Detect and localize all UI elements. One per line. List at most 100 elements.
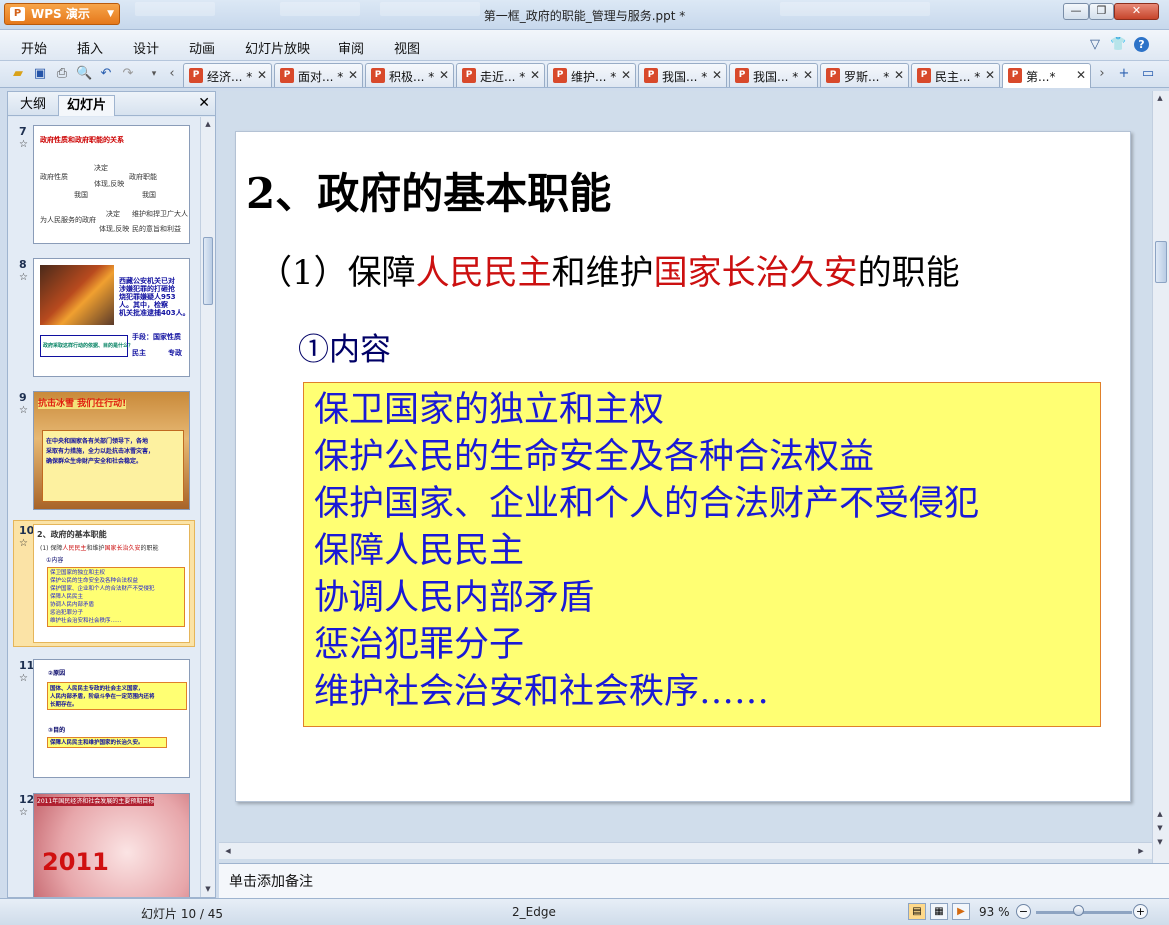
slide-thumbnail-7[interactable]: 政府性质和政府职能的关系 决定 政府性质 政府职能 体现,反映 我国 我国 决定… [33,125,190,244]
close-tab-icon[interactable]: ✕ [439,68,449,82]
doc-tab[interactable]: P 走近... * ✕ [456,63,545,87]
slide-point-heading[interactable]: ①内容 [298,324,391,369]
close-pane-icon[interactable]: ✕ [198,95,210,111]
customize-toolbar-icon[interactable]: ▾ [146,66,162,82]
doc-tab[interactable]: P 我国... * ✕ [729,63,818,87]
scroll-up-icon[interactable]: ▲ [201,117,215,131]
scroll-thumb[interactable] [1155,241,1167,283]
slide-thumbnail-12[interactable]: 2011年国民经济和社会发展的主要预期目标 2011 [33,793,190,897]
help-icon[interactable]: ? [1134,37,1149,52]
redo-icon[interactable]: ↷ [120,66,136,82]
doc-tab[interactable]: P 经济... * ✕ [183,63,272,87]
slide-thumbnail-8[interactable]: 西藏公安机关已对 涉嫌犯罪的打砸抢 烧犯罪嫌疑人953 人。其中，检察 机关批准… [33,258,190,377]
content-line: 保卫国家的独立和主权 [314,390,665,430]
zoom-slider-knob[interactable] [1073,905,1085,916]
tab-list-icon[interactable]: ▭ [1140,66,1156,82]
horizontal-scrollbar[interactable]: ◀ ▶ [219,842,1152,859]
close-tab-icon[interactable]: ✕ [1076,68,1086,82]
thumb-text: 保卫国家的独立和主权 [50,570,106,576]
thumb-text: 体现,反映 [99,225,130,233]
scroll-right-icon[interactable]: ▶ [1134,844,1148,858]
menu-review[interactable]: 审阅 [338,38,364,57]
menu-slideshow[interactable]: 幻灯片放映 [245,38,310,57]
doc-tab[interactable]: P 罗斯... * ✕ [820,63,909,87]
maximize-button[interactable]: ❐ [1089,3,1114,20]
skin-shirt-icon[interactable]: 👕 [1110,37,1126,52]
slide-canvas[interactable]: 2、政府的基本职能 （1）保障人民民主和维护国家长治久安的职能 ①内容 保卫国家… [235,131,1131,802]
tab-scroll-left-icon[interactable]: ‹ [164,66,180,82]
menu-design[interactable]: 设计 [133,38,159,57]
notes-pane[interactable]: 单击添加备注 [219,863,1169,898]
doc-tab[interactable]: P 我国... * ✕ [638,63,727,87]
close-button[interactable]: ✕ [1114,3,1159,20]
pane-scrollbar[interactable]: ▲ ▼ [200,117,215,897]
thumb-text: 政府性质 [40,173,68,181]
close-tab-icon[interactable]: ✕ [712,68,722,82]
ppt-file-icon: P [189,68,203,83]
close-tab-icon[interactable]: ✕ [985,68,995,82]
menu-view[interactable]: 视图 [394,38,420,57]
content-line: 保障人民民主 [314,531,525,571]
scroll-thumb[interactable] [203,237,213,305]
animation-star-icon: ☆ [19,139,28,150]
notes-placeholder[interactable]: 单击添加备注 [229,871,313,891]
save-icon[interactable]: ▣ [32,66,48,82]
thumb-text: 人民内部矛盾，阶级斗争在一定范围内还将 [50,694,155,700]
doc-tab[interactable]: P 面对... * ✕ [274,63,363,87]
content-textbox[interactable]: 保卫国家的独立和主权 保护公民的生命安全及各种合法权益 保护国家、企业和个人的合… [303,382,1101,727]
print-icon[interactable]: ⎙ [54,66,70,82]
undo-icon[interactable]: ↶ [98,66,114,82]
slide-thumbnail-10[interactable]: 2、政府的基本职能 (1) 保障人民民主和维护国家长治久安的职能 ①内容 保卫国… [33,524,190,643]
new-tab-icon[interactable]: + [1116,66,1132,82]
close-tab-icon[interactable]: ✕ [621,68,631,82]
zoom-in-icon[interactable]: + [1133,904,1148,919]
doc-tab-label: 经济... * [207,70,253,84]
scroll-up-icon[interactable]: ▲ [1153,807,1167,821]
slide-subtitle[interactable]: （1）保障人民民主和维护国家长治久安的职能 [258,245,960,294]
tab-scroll-right-icon[interactable]: › [1094,66,1110,82]
menu-home[interactable]: 开始 [21,38,47,57]
close-tab-icon[interactable]: ✕ [530,68,540,82]
thumb-text: ③目的 [48,727,66,734]
scroll-left-icon[interactable]: ◀ [221,844,235,858]
menu-insert[interactable]: 插入 [77,38,103,57]
doc-tab[interactable]: P 维护... * ✕ [547,63,636,87]
zoom-out-icon[interactable]: − [1016,904,1031,919]
slide-title[interactable]: 2、政府的基本职能 [246,160,611,221]
close-tab-icon[interactable]: ✕ [894,68,904,82]
doc-tab[interactable]: P 民主... * ✕ [911,63,1000,87]
slideshow-play-icon[interactable]: ▶ [952,903,970,920]
doc-tab[interactable]: P 积极... * ✕ [365,63,454,87]
thumb-text: 政府职能 [129,173,157,181]
tab-outline[interactable]: 大纲 [12,95,54,116]
slide-sorter-icon[interactable]: ▦ [930,903,948,920]
thumb-text: 维护社会治安和社会秩序…… [50,618,122,624]
scroll-down-icon[interactable]: ▼ [201,882,215,896]
thumb-text: 保护公民的生命安全及各种合法权益 [50,578,139,584]
close-tab-icon[interactable]: ✕ [803,68,813,82]
print-preview-icon[interactable]: 🔍 [76,66,92,82]
zoom-slider[interactable] [1036,911,1132,914]
question-box: 政府采取这样行动的依据、目的是什么？ [40,335,133,357]
open-folder-icon[interactable]: ▰ [10,66,26,82]
tab-slides[interactable]: 幻灯片 [58,95,116,116]
scroll-up-icon[interactable]: ▲ [1153,91,1167,105]
slide-thumbnail-9[interactable]: 抗击冰雪 我们在行动! 在中央和国家各有关部门领导下，各地 采取有力措施，全力以… [33,391,190,510]
slide-thumbnail-11[interactable]: ②原因 国体、人民民主专政的社会主义国家， 人民内部矛盾，阶级斗争在一定范围内还… [33,659,190,778]
pane-tabs: 大纲 幻灯片 ✕ [8,92,215,116]
minimize-button[interactable]: — [1063,3,1089,20]
slide-editor: 2、政府的基本职能 （1）保障人民民主和维护国家长治久安的职能 ①内容 保卫国家… [219,91,1169,863]
scroll-down-icon[interactable]: ▼ [1153,821,1167,835]
vertical-scrollbar[interactable]: ▲ ▲ ▼ ▼ [1152,91,1169,863]
thumb-content-box: 保障人民民主和维护国家的长治久安。 [47,737,167,748]
content-line: 保护国家、企业和个人的合法财产不受侵犯 [314,484,980,524]
fire-photo [40,265,114,325]
menu-animation[interactable]: 动画 [189,38,215,57]
close-tab-icon[interactable]: ✕ [348,68,358,82]
close-tab-icon[interactable]: ✕ [257,68,267,82]
slide-position: 幻灯片 10 / 45 [141,907,224,921]
doc-tab-active[interactable]: P 第...* ✕ [1002,63,1091,88]
normal-view-icon[interactable]: ▤ [908,903,926,920]
scroll-down-icon[interactable]: ▼ [1153,835,1167,849]
ribbon-collapse-icon[interactable]: ▽ [1090,37,1100,52]
